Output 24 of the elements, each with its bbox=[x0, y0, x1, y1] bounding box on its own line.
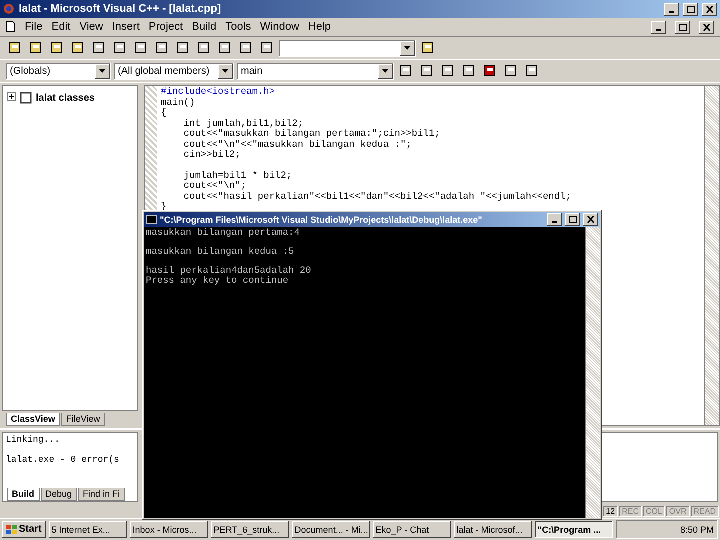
code-line: cout<<"\n"<<"masukkan bilangan kedua :"; bbox=[182, 140, 413, 150]
code-line: #include<iostream.h> bbox=[161, 87, 276, 98]
code-line: int jumlah,bil1,bil2; bbox=[182, 118, 305, 129]
status-indicator: READ bbox=[690, 506, 719, 516]
console-line: masukkan bilangan kedua :5 bbox=[146, 247, 296, 256]
status-indicator: COL bbox=[642, 506, 666, 516]
code-line: { bbox=[161, 108, 168, 118]
code-line: jumlah=bil1 * bil2; bbox=[182, 170, 294, 181]
output-line: lalat.exe - 0 error(s bbox=[6, 455, 120, 465]
clock: 8:50 PM bbox=[680, 524, 714, 534]
window-title: lalat - Microsoft Visual C++ - [lalat.cpp] bbox=[19, 3, 222, 15]
code-line: cout<<"masukkan bilangan pertama:";cin>>bil1; bbox=[182, 129, 442, 140]
console-title: "C:\Program Files\Microsoft Visual Studio\MyProjects\lalat\Debug\lalat.exe" bbox=[160, 214, 484, 224]
code-line: cout<<"hasil perkalian"<<bil1<<"dan"<<bil2<<"adalah "<<jumlah<<endl; bbox=[182, 192, 572, 202]
code-line: cout<<"\n"; bbox=[182, 181, 248, 192]
code-line: cin>>bil2; bbox=[182, 150, 242, 160]
console-line: masukkan bilangan pertama:4 bbox=[146, 228, 301, 238]
output-line: Linking... bbox=[6, 435, 62, 445]
code-line: main() bbox=[161, 98, 196, 108]
status-indicator: REC bbox=[619, 506, 642, 516]
console-line: hasil perkalian4dan5adalah 20 bbox=[146, 266, 312, 276]
status-indicator: OVR bbox=[666, 506, 690, 516]
line-position: 12 bbox=[603, 506, 618, 516]
console-line: Press any key to continue bbox=[146, 276, 289, 285]
